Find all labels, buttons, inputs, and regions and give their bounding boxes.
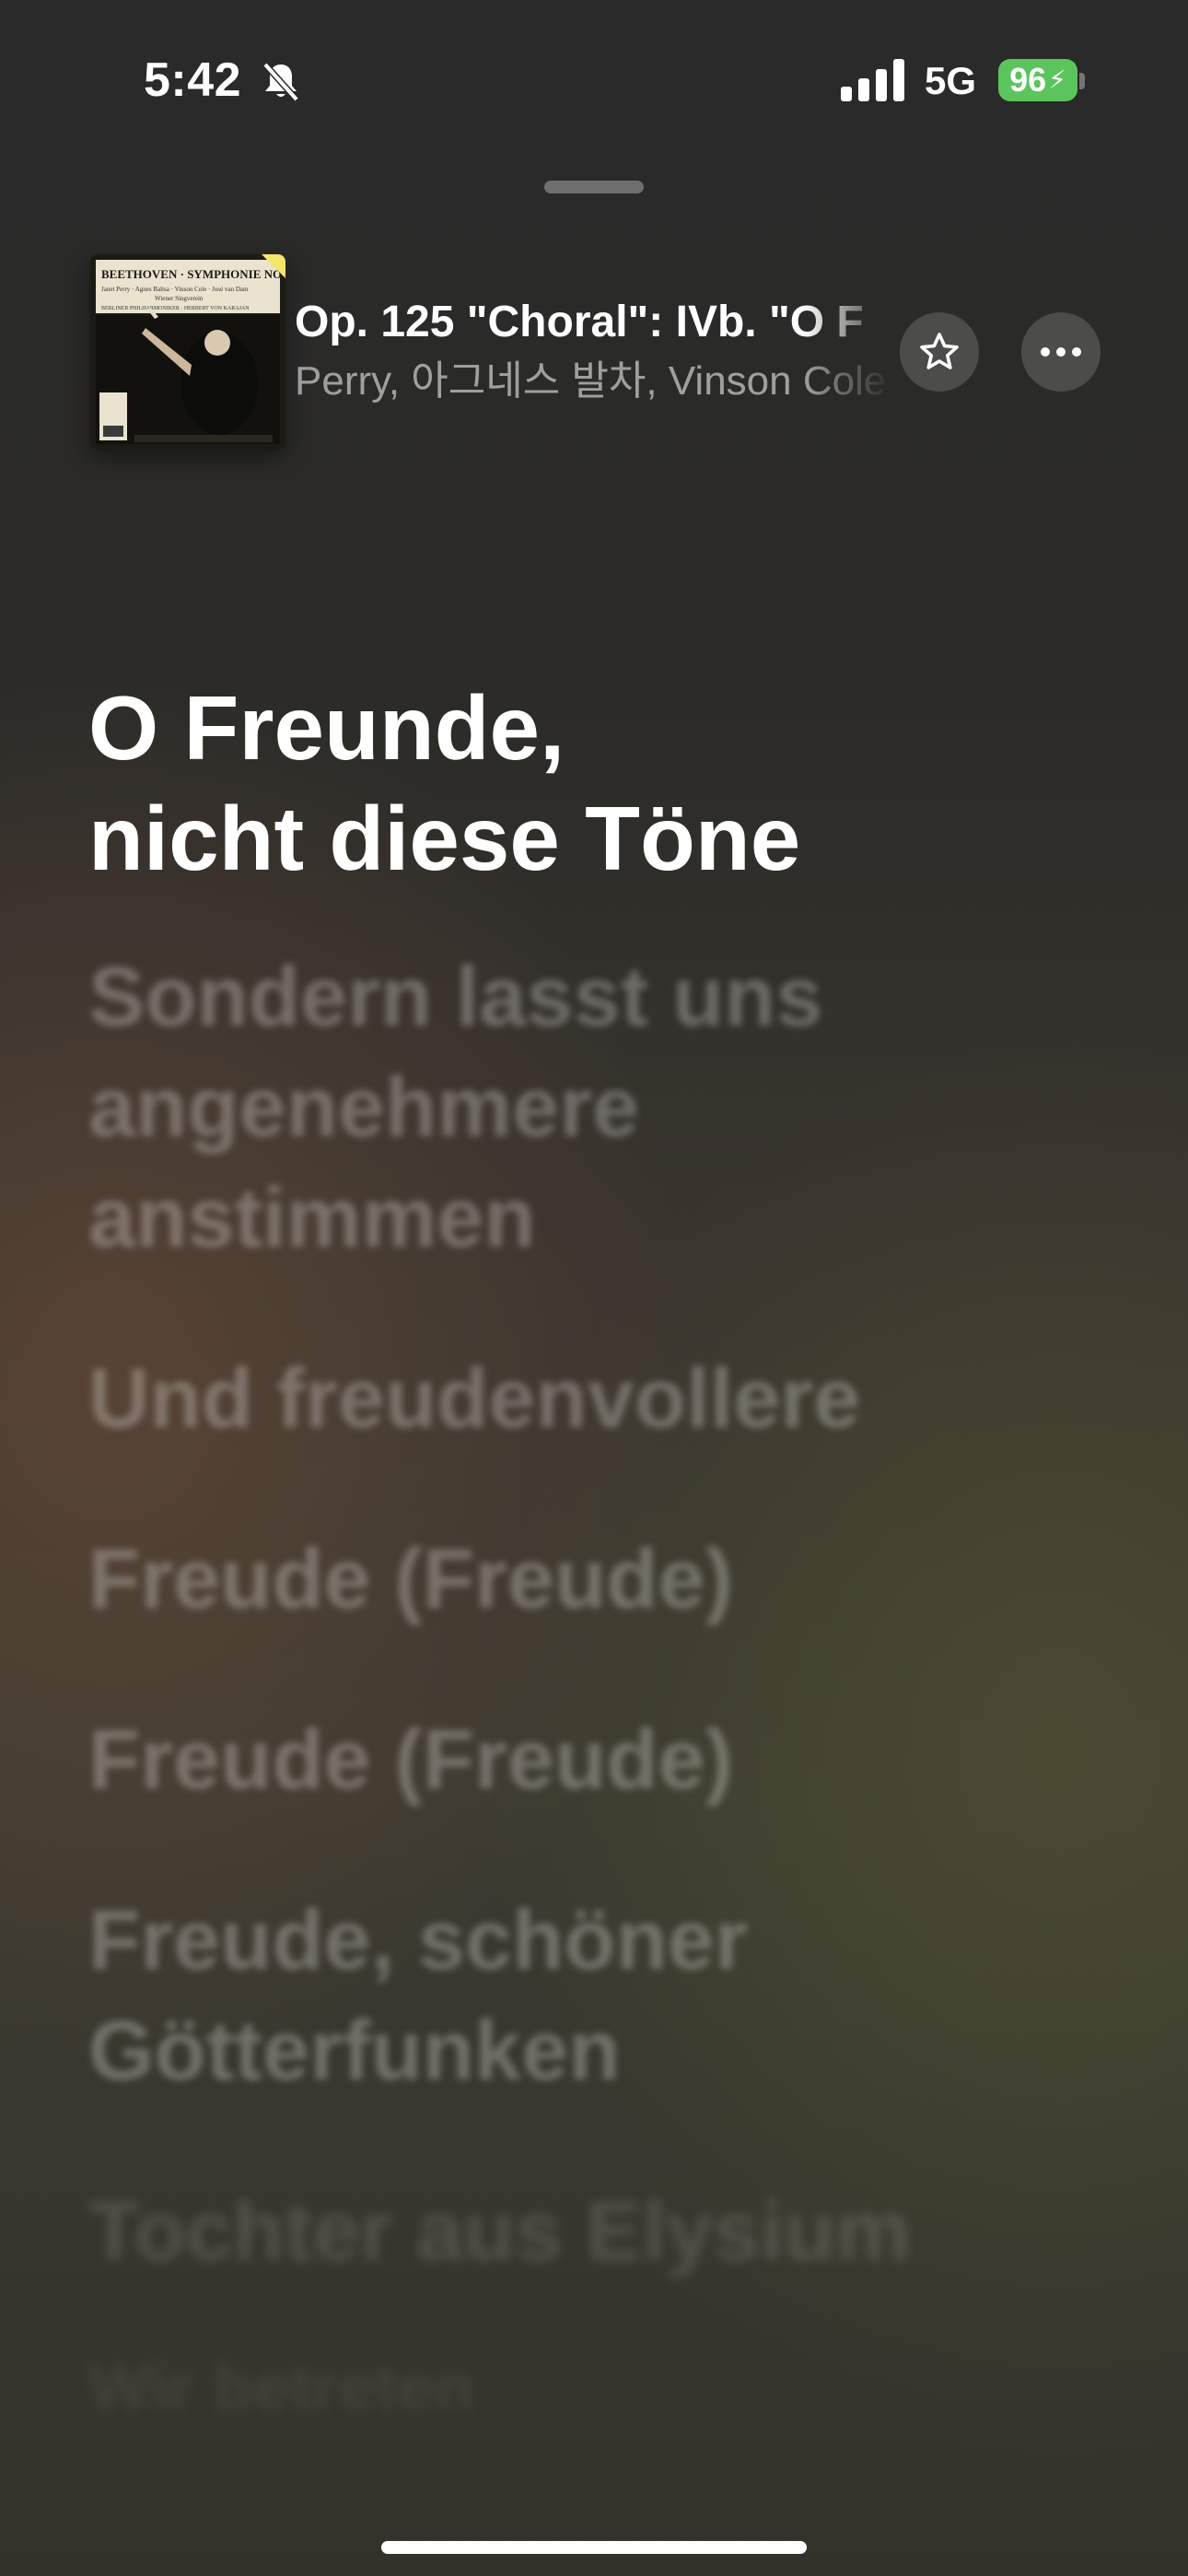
- lyric-text: Freude (Freude): [88, 1532, 734, 1626]
- track-info[interactable]: Op. 125 "Choral": IVb. "O F Perry, 아그네스 …: [295, 293, 893, 413]
- track-title: Op. 125 "Choral": IVb. "O F: [295, 298, 864, 346]
- lyric-line[interactable]: Freude (Freude): [88, 1524, 1120, 1634]
- more-options-button[interactable]: [1021, 312, 1101, 392]
- lyric-text: Wir betreten: [88, 2351, 475, 2425]
- lyric-text: Freude, schöner: [88, 1893, 748, 1987]
- lyric-text: Freude (Freude): [88, 1713, 734, 1807]
- status-bar: 5:42 5G 96 ⚡: [0, 0, 1188, 157]
- lyric-text: anstimmen: [88, 1171, 536, 1265]
- album-label-line1: BEETHOVEN · SYMPHONIE NO.9: [101, 267, 285, 281]
- album-artwork[interactable]: BEETHOVEN · SYMPHONIE NO.9 Janet Perry ·…: [90, 254, 285, 450]
- lyric-text: Tochter aus Elysium: [88, 2184, 912, 2278]
- sheet-grabber[interactable]: [544, 181, 644, 193]
- home-indicator[interactable]: [381, 2541, 807, 2554]
- lyric-line[interactable]: Wir betreten: [88, 2333, 1120, 2443]
- track-artists: Perry, 아그네스 발차, Vinson Cole: [295, 358, 887, 404]
- lyric-line[interactable]: Und freudenvollere: [88, 1343, 1120, 1454]
- signal-bars-icon: [841, 59, 905, 101]
- favorite-button[interactable]: [900, 312, 979, 392]
- lyric-text: angenehmere: [88, 1060, 640, 1154]
- battery-cap: [1079, 73, 1085, 89]
- lyric-text: nicht diese Töne: [88, 788, 801, 889]
- lyric-text: Götterfunken: [88, 2004, 621, 2098]
- album-label-line2: Janet Perry · Agnes Baltsa · Vinson Cole…: [101, 286, 249, 293]
- ellipsis-icon: [1041, 347, 1081, 357]
- battery-indicator: 96 ⚡: [998, 59, 1077, 101]
- battery-level: 96: [1009, 61, 1047, 99]
- lyric-line[interactable]: Sondern lasst uns angenehmere anstimmen: [88, 942, 1120, 1273]
- lyric-current-line[interactable]: O Freunde, nicht diese Töne: [88, 673, 1120, 894]
- star-icon: [920, 333, 959, 369]
- lyrics-view[interactable]: O Freunde, nicht diese Töne Sondern lass…: [88, 673, 1120, 2443]
- lyric-line[interactable]: Freude, schöner Götterfunken: [88, 1885, 1120, 2106]
- lyric-text: Und freudenvollere: [88, 1352, 861, 1446]
- bell-slash-icon: [258, 59, 304, 105]
- lyric-text: O Freunde,: [88, 677, 565, 779]
- album-label-line4: BERLINER PHILHARMONIKER · HERBERT VON KA…: [101, 306, 250, 311]
- lyric-text: Sondern lasst uns: [88, 950, 823, 1044]
- status-time: 5:42: [144, 53, 242, 107]
- lyric-line[interactable]: Tochter aus Elysium: [88, 2176, 1120, 2287]
- album-label-line3: Wiener Singverein: [155, 295, 204, 302]
- network-label: 5G: [925, 59, 977, 102]
- charging-bolt-icon: ⚡: [1048, 65, 1066, 94]
- lyric-line[interactable]: Freude (Freude): [88, 1704, 1120, 1815]
